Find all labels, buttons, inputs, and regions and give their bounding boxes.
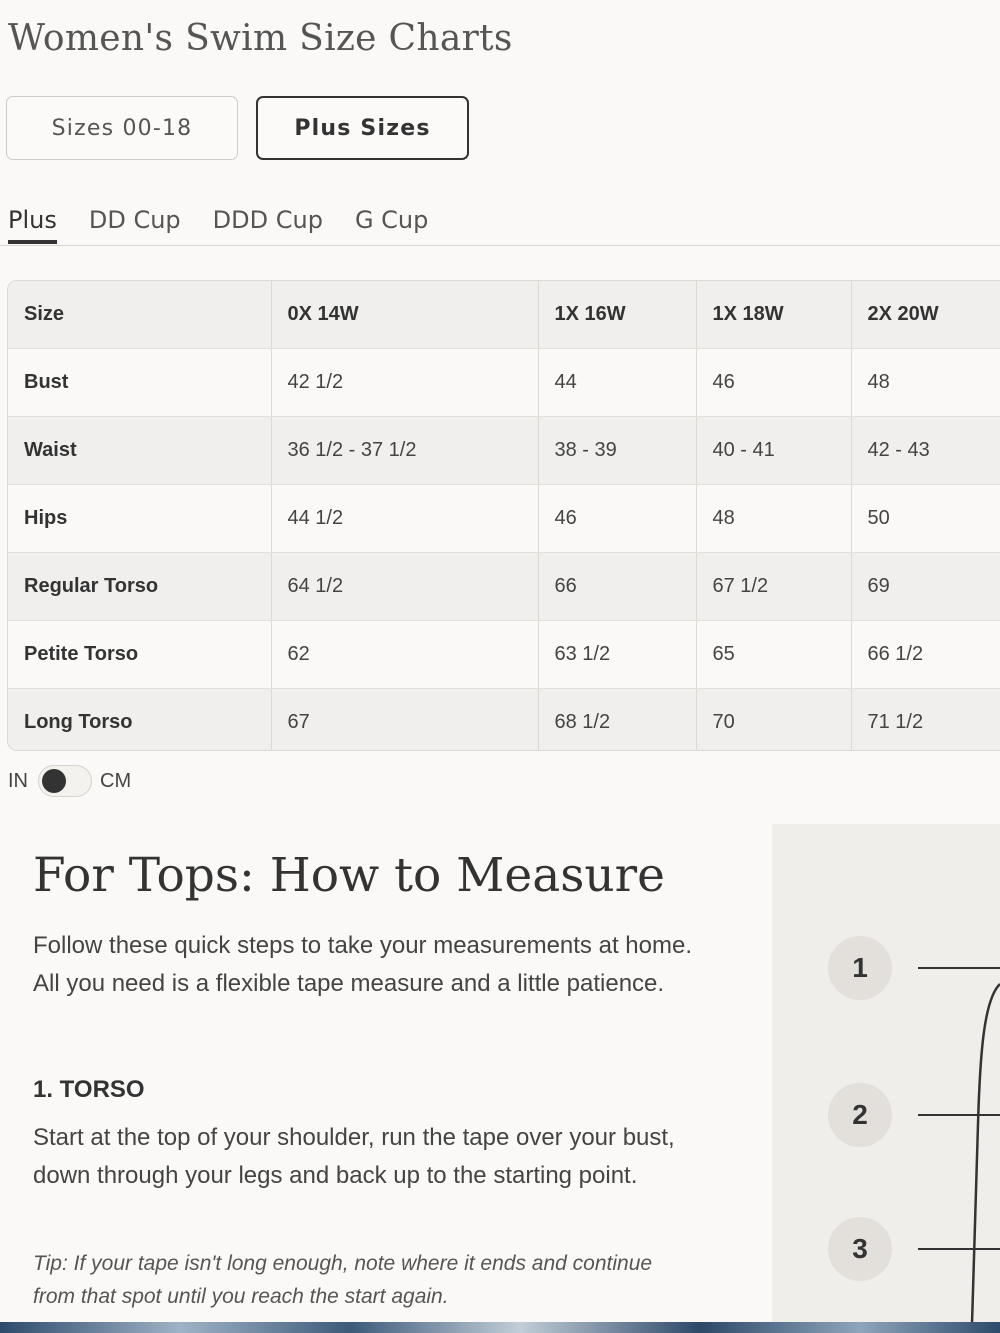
table-cell: 48 [696, 484, 852, 553]
table-row: Waist 36 1/2 - 37 1/2 38 - 39 40 - 41 42… [8, 416, 1000, 485]
table-cell: 44 1/2 [271, 484, 539, 553]
table-cell: 40 - 41 [696, 416, 852, 485]
table-row: Bust 42 1/2 44 46 48 [8, 348, 1000, 417]
table-row: Long Torso 67 68 1/2 70 71 1/2 [8, 688, 1000, 750]
table-cell: 46 [538, 484, 697, 553]
table-cell: 42 - 43 [851, 416, 1000, 485]
table-cell: 46 [696, 348, 852, 417]
table-cell: 48 [851, 348, 1000, 417]
tab-dd-cup[interactable]: DD Cup [89, 206, 181, 244]
row-label: Bust [8, 348, 272, 417]
step-line-1 [918, 967, 1000, 969]
tab-ddd-cup[interactable]: DDD Cup [213, 206, 323, 244]
step-line-2 [918, 1114, 1000, 1116]
table-row: Petite Torso 62 63 1/2 65 66 1/2 [8, 620, 1000, 689]
row-label: Petite Torso [8, 620, 272, 689]
table-header-cell: 0X 14W [271, 281, 539, 349]
measure-section-title: For Tops: How to Measure [33, 848, 665, 903]
table-header-row: Size 0X 14W 1X 16W 1X 18W 2X 20W [8, 281, 1000, 349]
table-header-cell: 2X 20W [851, 281, 1000, 349]
switch-knob [42, 769, 66, 793]
unit-toggle: IN CM [8, 765, 131, 797]
unit-label-in: IN [8, 769, 28, 792]
table-header-cell: Size [8, 281, 272, 349]
tabs-divider [0, 245, 1000, 246]
table-cell: 65 [696, 620, 852, 689]
sizes-00-18-button[interactable]: Sizes 00-18 [6, 96, 238, 160]
unit-switch[interactable] [38, 765, 92, 797]
table-header-cell: 1X 18W [696, 281, 852, 349]
table-row: Regular Torso 64 1/2 66 67 1/2 69 [8, 552, 1000, 621]
table-cell: 67 [271, 688, 539, 750]
tip-text: Tip: If your tape isn't long enough, not… [33, 1252, 653, 1308]
table-cell: 36 1/2 - 37 1/2 [271, 416, 539, 485]
table-cell: 66 [538, 552, 697, 621]
table-cell: 70 [696, 688, 852, 750]
step-line-3 [918, 1248, 1000, 1250]
step-badge-2: 2 [828, 1083, 892, 1147]
measure-intro: Follow these quick steps to take your me… [33, 932, 692, 997]
table-cell: 44 [538, 348, 697, 417]
table-row: Hips 44 1/2 46 48 50 [8, 484, 1000, 553]
table-cell: 63 1/2 [538, 620, 697, 689]
measurement-diagram: 1 2 3 [772, 824, 1000, 1324]
table-cell: 68 1/2 [538, 688, 697, 750]
step-badge-1: 1 [828, 936, 892, 1000]
table-cell: 50 [851, 484, 1000, 553]
page-title: Women's Swim Size Charts [8, 18, 513, 59]
row-label: Hips [8, 484, 272, 553]
plus-sizes-button[interactable]: Plus Sizes [256, 96, 469, 160]
table-header-cell: 1X 16W [538, 281, 697, 349]
table-cell: 71 1/2 [851, 688, 1000, 750]
table-cell: 38 - 39 [538, 416, 697, 485]
table-cell: 62 [271, 620, 539, 689]
decorative-image-strip [0, 1322, 1000, 1333]
row-label: Waist [8, 416, 272, 485]
cup-tabs: Plus DD Cup DDD Cup G Cup [8, 206, 460, 244]
table-cell: 64 1/2 [271, 552, 539, 621]
size-table-container: Size 0X 14W 1X 16W 1X 18W 2X 20W Bust 42… [7, 280, 1000, 751]
table-cell: 69 [851, 552, 1000, 621]
tab-plus[interactable]: Plus [8, 206, 57, 244]
unit-label-cm: CM [100, 769, 132, 792]
table-cell: 66 1/2 [851, 620, 1000, 689]
step-badge-3: 3 [828, 1217, 892, 1281]
table-cell: 42 1/2 [271, 348, 539, 417]
torso-heading: 1. TORSO [33, 1076, 145, 1103]
row-label: Long Torso [8, 688, 272, 750]
torso-instructions: Start at the top of your shoulder, run t… [33, 1124, 675, 1189]
table-cell: 67 1/2 [696, 552, 852, 621]
size-table: Size 0X 14W 1X 16W 1X 18W 2X 20W Bust 42… [8, 281, 1000, 750]
row-label: Regular Torso [8, 552, 272, 621]
tab-g-cup[interactable]: G Cup [355, 206, 428, 244]
